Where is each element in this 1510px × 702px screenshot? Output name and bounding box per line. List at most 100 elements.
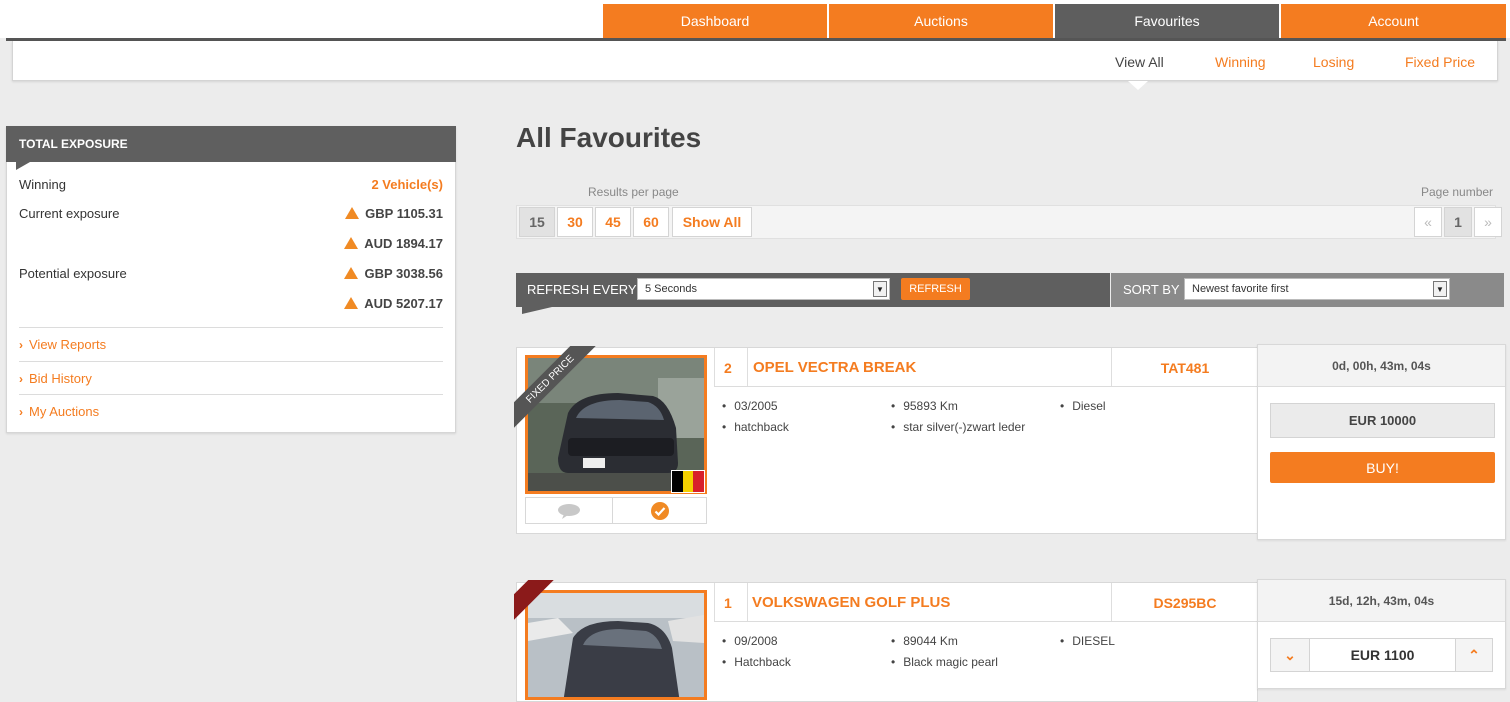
spec-colour: Black magic pearl xyxy=(891,655,998,669)
page-size-show-all[interactable]: Show All xyxy=(672,207,752,237)
current-exposure-label: Current exposure xyxy=(19,206,120,221)
pager-current[interactable]: 1 xyxy=(1444,207,1472,237)
sort-value: Newest favorite first xyxy=(1192,283,1289,295)
lot-number: 1 xyxy=(724,595,732,611)
panel-divider xyxy=(19,394,443,395)
sub-nav xyxy=(12,41,1498,81)
spec-body: hatchback xyxy=(722,420,789,434)
car-title-link[interactable]: VOLKSWAGEN GOLF PLUS xyxy=(752,594,950,611)
belgium-flag-icon xyxy=(671,470,705,493)
potential-exposure-label: Potential exposure xyxy=(19,266,127,281)
potential-exposure-gbp: GBP 3038.56 xyxy=(300,266,443,281)
subnav-fixed-price[interactable]: Fixed Price xyxy=(1405,54,1475,70)
sort-label: SORT BY xyxy=(1123,282,1180,297)
view-reports-link[interactable]: › View Reports xyxy=(19,337,106,352)
chevron-right-icon: › xyxy=(19,405,23,419)
my-auctions-text: My Auctions xyxy=(29,404,100,419)
divider xyxy=(714,386,1257,387)
spec-registration: 03/2005 xyxy=(722,399,777,413)
fixed-price-ribbon: FIXED PRICE xyxy=(514,346,596,428)
nav-tab-dashboard[interactable]: Dashboard xyxy=(603,4,827,38)
sort-select[interactable]: Newest favorite first ▼ xyxy=(1184,278,1450,300)
page-size-45[interactable]: 45 xyxy=(595,207,631,237)
divider xyxy=(714,583,715,621)
current-exposure-gbp: GBP 1105.31 xyxy=(300,206,443,221)
current-exposure-aud: AUD 1894.17 xyxy=(300,236,443,251)
potential-exposure-gbp-text: GBP 3038.56 xyxy=(364,266,443,281)
chevron-down-icon: ▼ xyxy=(1433,281,1447,297)
car-reference[interactable]: TAT481 xyxy=(1112,360,1258,376)
subnav-losing[interactable]: Losing xyxy=(1313,54,1354,70)
bid-history-text: Bid History xyxy=(29,371,92,386)
spec-fuel: DIESEL xyxy=(1060,634,1115,648)
car-image xyxy=(528,593,704,697)
buy-button[interactable]: BUY! xyxy=(1270,452,1495,483)
chevron-down-icon: ▼ xyxy=(873,281,887,297)
winning-value[interactable]: 2 Vehicle(s) xyxy=(300,177,443,192)
exposure-title-text: TOTAL EXPOSURE xyxy=(19,137,128,151)
page-size-60[interactable]: 60 xyxy=(633,207,669,237)
ribbon-text: FIXED PRICE xyxy=(514,346,596,428)
spec-mileage: 89044 Km xyxy=(891,634,958,648)
refresh-interval-select[interactable]: 5 Seconds ▼ xyxy=(637,278,890,300)
potential-exposure-aud-text: AUD 5207.17 xyxy=(364,296,443,311)
price-display: EUR 10000 xyxy=(1270,403,1495,438)
page-number-label: Page number xyxy=(1421,185,1494,199)
page-size-15[interactable]: 15 xyxy=(519,207,555,237)
results-per-page-label: Results per page xyxy=(588,185,679,199)
bid-amount-field[interactable]: EUR 1100 xyxy=(1309,638,1456,672)
pager-next[interactable]: » xyxy=(1474,207,1502,237)
panel-divider xyxy=(19,327,443,328)
warning-icon xyxy=(344,297,359,309)
warning-icon xyxy=(344,237,359,249)
status-ribbon xyxy=(514,580,554,620)
current-exposure-gbp-text: GBP 1105.31 xyxy=(365,206,443,221)
view-reports-text: View Reports xyxy=(29,337,107,352)
countdown-timer: 0d, 00h, 43m, 04s xyxy=(1258,345,1505,387)
bid-increase-button[interactable]: ⌃ xyxy=(1455,638,1493,672)
divider xyxy=(747,583,748,621)
verified-badge-icon xyxy=(650,501,669,520)
panel-divider xyxy=(19,361,443,362)
lot-number: 2 xyxy=(724,360,732,376)
warning-icon xyxy=(345,207,360,219)
car-title-link[interactable]: OPEL VECTRA BREAK xyxy=(753,359,916,376)
refresh-bar-tip xyxy=(522,307,552,314)
potential-exposure-aud: AUD 5207.17 xyxy=(300,296,443,311)
winning-label: Winning xyxy=(19,177,66,192)
exposure-title-tip xyxy=(16,162,30,170)
spec-body: Hatchback xyxy=(722,655,791,669)
subnav-view-all[interactable]: View All xyxy=(1115,54,1164,70)
nav-tab-auctions[interactable]: Auctions xyxy=(829,4,1053,38)
car-reference[interactable]: DS295BC xyxy=(1112,595,1258,611)
countdown-timer: 15d, 12h, 43m, 04s xyxy=(1258,580,1505,622)
chevron-down-icon: ⌄ xyxy=(1284,646,1296,663)
bid-history-link[interactable]: › Bid History xyxy=(19,371,92,386)
bid-decrease-button[interactable]: ⌄ xyxy=(1270,638,1310,672)
spec-fuel: Diesel xyxy=(1060,399,1105,413)
verified-button[interactable] xyxy=(612,497,707,524)
comment-icon xyxy=(558,503,580,519)
spec-colour: star silver(-)zwart leder xyxy=(891,420,1025,434)
nav-tab-account[interactable]: Account xyxy=(1281,4,1506,38)
chevron-right-icon: › xyxy=(19,372,23,386)
nav-tab-favourites[interactable]: Favourites xyxy=(1055,4,1279,38)
spec-registration: 09/2008 xyxy=(722,634,777,648)
pager-prev[interactable]: « xyxy=(1414,207,1442,237)
divider xyxy=(714,348,715,386)
warning-icon xyxy=(344,267,359,279)
current-exposure-aud-text: AUD 1894.17 xyxy=(364,236,443,251)
divider xyxy=(747,348,748,386)
page-size-30[interactable]: 30 xyxy=(557,207,593,237)
refresh-button[interactable]: REFRESH xyxy=(901,278,970,300)
refresh-label: REFRESH EVERY xyxy=(527,282,637,297)
subnav-winning[interactable]: Winning xyxy=(1215,54,1266,70)
refresh-interval-value: 5 Seconds xyxy=(645,283,697,295)
exposure-panel-title: TOTAL EXPOSURE xyxy=(6,126,456,162)
my-auctions-link[interactable]: › My Auctions xyxy=(19,404,99,419)
comment-button[interactable] xyxy=(525,497,613,524)
chevron-up-icon: ⌃ xyxy=(1468,646,1480,663)
ribbon-band xyxy=(514,580,554,620)
spec-mileage: 95893 Km xyxy=(891,399,958,413)
page-title: All Favourites xyxy=(516,122,702,153)
